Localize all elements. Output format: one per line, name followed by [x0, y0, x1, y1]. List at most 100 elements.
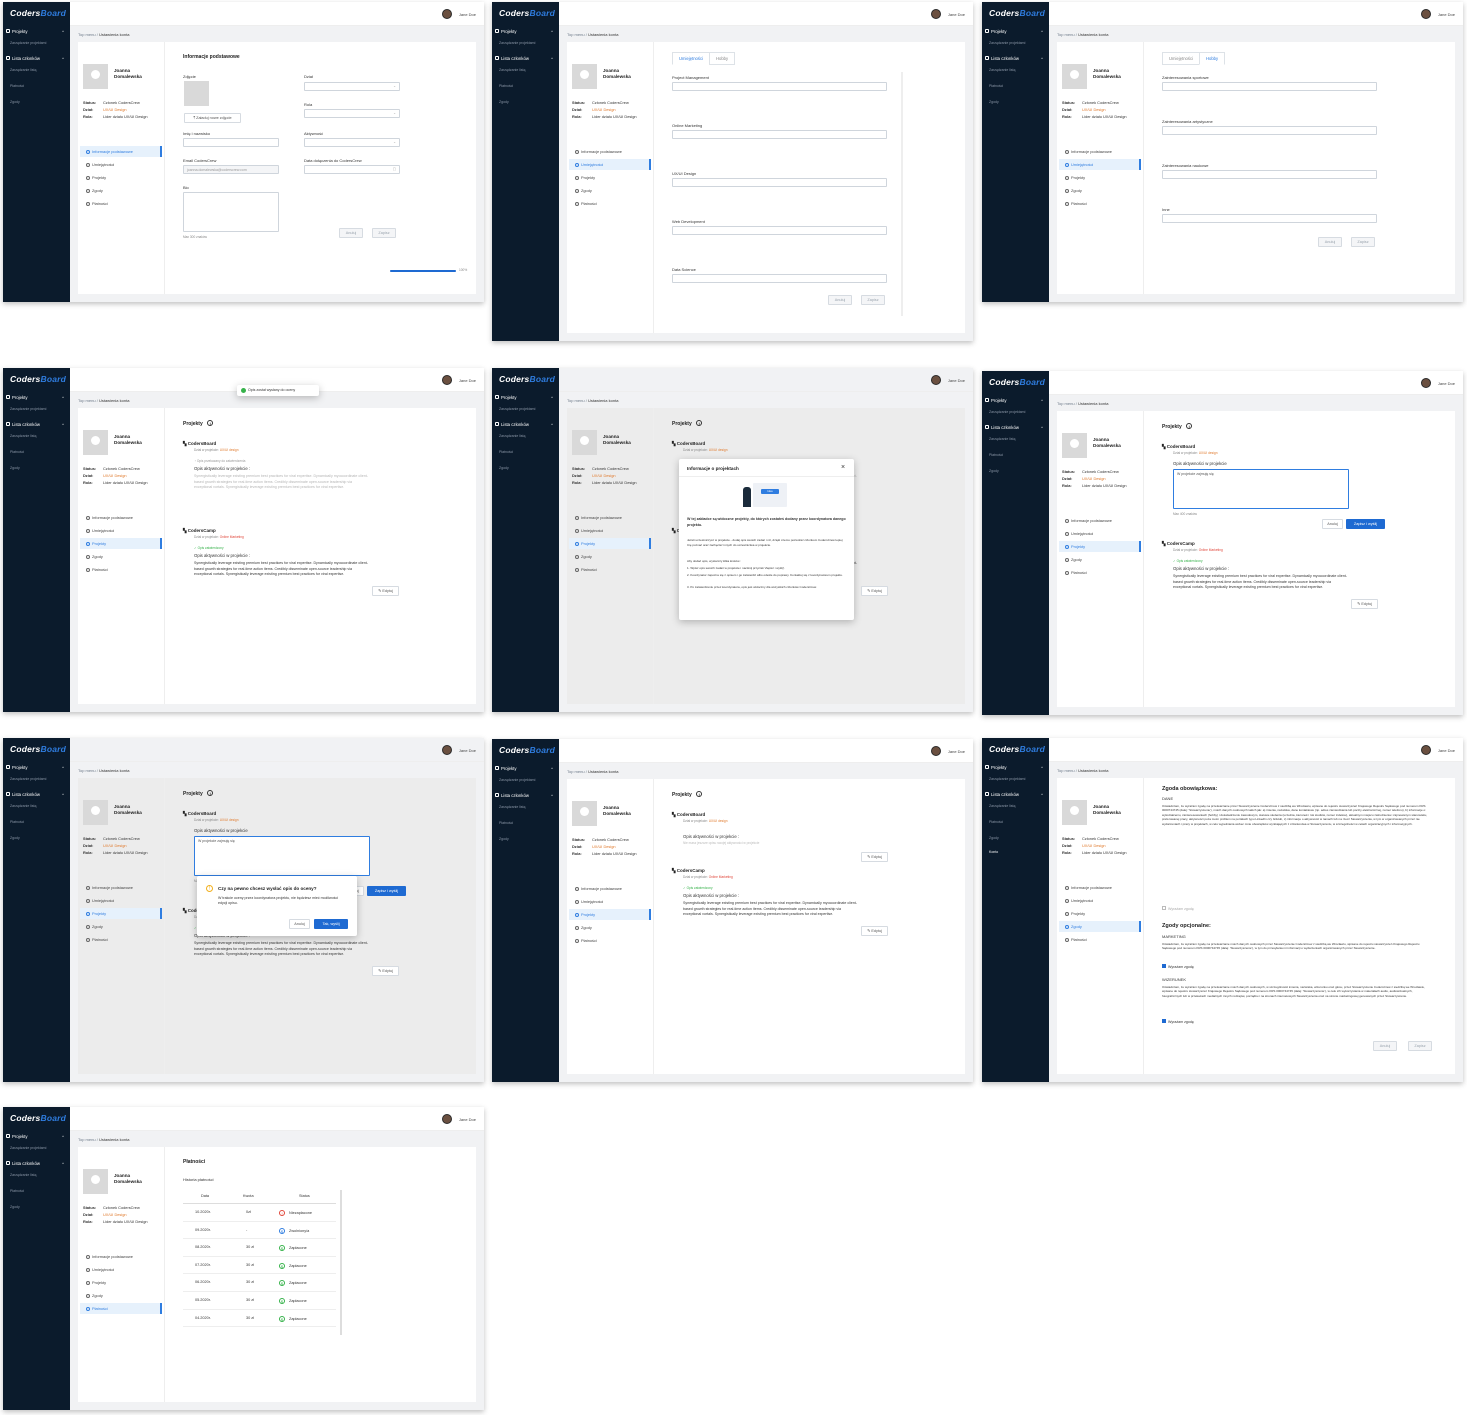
profile-menu-payments[interactable]: Płatności — [569, 564, 651, 575]
profile-menu-payments[interactable]: Płatności — [1059, 567, 1141, 578]
nav-manage-teams[interactable]: Zarządzanie listą — [492, 434, 559, 438]
user-avatar[interactable] — [1421, 745, 1431, 755]
cancel-button[interactable]: Anuluj — [339, 228, 363, 238]
profile-menu-payments[interactable]: Płatności — [1059, 198, 1141, 209]
user-name[interactable]: Jane Doe — [1438, 381, 1455, 386]
nav-projects[interactable]: Projekty ^ — [982, 762, 1049, 773]
skill-input[interactable] — [672, 226, 887, 235]
nav-projects[interactable]: Projekty ^ — [3, 26, 70, 37]
user-name[interactable]: Jane Doe — [459, 378, 476, 383]
tab-hobby[interactable]: Hobby — [1198, 52, 1226, 65]
nav-manage-teams[interactable]: Zarządzanie listą — [492, 68, 559, 72]
profile-menu-projects[interactable]: Projekty — [80, 172, 162, 183]
user-avatar[interactable] — [931, 746, 941, 756]
role-select[interactable]: ⌄ — [304, 109, 400, 118]
nav-consents[interactable]: Zgody — [982, 469, 1049, 473]
profile-menu-projects[interactable]: Projekty — [1059, 172, 1141, 183]
nav-manage-projects[interactable]: Zarządzanie projektami — [492, 407, 559, 411]
user-name[interactable]: Jane Doe — [1438, 748, 1455, 753]
nav-consents[interactable]: Zgody — [3, 100, 70, 104]
user-avatar[interactable] — [1421, 378, 1431, 388]
profile-menu-projects[interactable]: Projekty — [569, 172, 651, 183]
save-button[interactable]: Zapisz — [861, 295, 885, 305]
skill-input[interactable] — [1162, 82, 1377, 91]
nav-manage-projects[interactable]: Zarządzanie projektami — [982, 777, 1049, 781]
profile-menu-payments[interactable]: Płatności — [1059, 934, 1141, 945]
cancel-button[interactable]: Anuluj — [1318, 237, 1342, 247]
profile-menu-basic[interactable]: Informacje podstawowe — [80, 882, 162, 893]
profile-menu-projects[interactable]: Projekty — [80, 538, 162, 549]
profile-menu-projects[interactable]: Projekty — [1059, 908, 1141, 919]
info-icon[interactable]: i — [1186, 423, 1193, 429]
edit-button[interactable]: ✎ Edytuj — [861, 852, 888, 862]
profile-menu-basic[interactable]: Informacje podstawowe — [1059, 515, 1141, 526]
breadcrumb-root[interactable]: Top menu — [1057, 768, 1075, 773]
project-desc-textarea[interactable]: W projekcie zajmuję się — [194, 836, 370, 876]
nav-manage-projects[interactable]: Zarządzanie projektami — [3, 1146, 70, 1150]
nav-payments[interactable]: Płatności — [3, 450, 70, 454]
skill-input[interactable] — [1162, 126, 1377, 135]
nav-consents[interactable]: Zgody — [3, 466, 70, 470]
profile-menu-skills[interactable]: Umiejętności — [80, 895, 162, 906]
nav-members[interactable]: Lista członków ^ — [3, 419, 70, 430]
info-icon[interactable]: i — [696, 791, 703, 797]
info-icon[interactable]: i — [207, 420, 214, 426]
profile-menu-consents[interactable]: Zgody — [80, 1290, 162, 1301]
breadcrumb-root[interactable]: Top menu — [78, 768, 96, 773]
edit-button[interactable]: ✎ Edytuj — [861, 926, 888, 936]
breadcrumb-root[interactable]: Top menu — [567, 398, 585, 403]
user-avatar[interactable] — [442, 375, 452, 385]
profile-menu-consents[interactable]: Zgody — [80, 551, 162, 562]
breadcrumb-root[interactable]: Top menu — [567, 32, 585, 37]
nav-manage-projects[interactable]: Zarządzanie projektami — [982, 41, 1049, 45]
nav-consents[interactable]: Zgody — [492, 466, 559, 470]
nav-account[interactable]: Konto — [982, 850, 1049, 854]
data-consent-checkbox[interactable]: Wyrażam zgodę — [1162, 906, 1194, 911]
project-desc-textarea[interactable]: W projekcie zajmuję się — [1173, 469, 1349, 509]
user-avatar[interactable] — [442, 9, 452, 19]
close-icon[interactable]: × — [841, 464, 845, 471]
nav-members[interactable]: Lista członków ^ — [982, 53, 1049, 64]
nav-members[interactable]: Lista członków ^ — [3, 53, 70, 64]
nav-members[interactable]: Lista członków ^ — [492, 790, 559, 801]
user-name[interactable]: Jane Doe — [1438, 12, 1455, 17]
nav-manage-projects[interactable]: Zarządzanie projektami — [3, 41, 70, 45]
profile-menu-payments[interactable]: Płatności — [569, 198, 651, 209]
nav-manage-projects[interactable]: Zarządzanie projektami — [492, 41, 559, 45]
nav-manage-teams[interactable]: Zarządzanie listą — [982, 68, 1049, 72]
nav-members[interactable]: Lista członków ^ — [982, 422, 1049, 433]
nav-manage-teams[interactable]: Zarządzanie listą — [3, 804, 70, 808]
nav-payments[interactable]: Płatności — [3, 84, 70, 88]
info-icon[interactable]: i — [696, 420, 703, 426]
profile-menu-basic[interactable]: Informacje podstawowe — [569, 146, 651, 157]
logo[interactable]: CodersBoard — [10, 1113, 66, 1123]
info-icon[interactable]: i — [207, 790, 214, 796]
nav-payments[interactable]: Płatności — [982, 453, 1049, 457]
profile-menu-consents[interactable]: Zgody — [1059, 185, 1141, 196]
logo[interactable]: CodersBoard — [989, 744, 1045, 754]
upload-photo-button[interactable]: ⤒ Załaduj nowe zdjęcie — [184, 113, 241, 123]
cancel-button[interactable]: Anuluj — [289, 919, 310, 929]
breadcrumb-root[interactable]: Top menu — [78, 32, 96, 37]
skill-input[interactable] — [672, 130, 887, 139]
user-avatar[interactable] — [442, 1114, 452, 1124]
nav-payments[interactable]: Płatności — [492, 84, 559, 88]
nav-manage-teams[interactable]: Zarządzanie listą — [492, 805, 559, 809]
user-name[interactable]: Jane Doe — [948, 12, 965, 17]
skill-input[interactable] — [672, 178, 887, 187]
profile-menu-projects[interactable]: Projekty — [80, 1277, 162, 1288]
nav-manage-projects[interactable]: Zarządzanie projektami — [982, 410, 1049, 414]
logo[interactable]: CodersBoard — [10, 744, 66, 754]
user-avatar[interactable] — [1421, 9, 1431, 19]
profile-menu-skills[interactable]: Umiejętności — [1059, 528, 1141, 539]
profile-menu-basic[interactable]: Informacje podstawowe — [569, 512, 651, 523]
profile-menu-skills[interactable]: Umiejętności — [1059, 895, 1141, 906]
nav-manage-projects[interactable]: Zarządzanie projektami — [3, 777, 70, 781]
profile-menu-skills[interactable]: Umiejętności — [1059, 159, 1141, 170]
nav-manage-teams[interactable]: Zarządzanie listą — [3, 434, 70, 438]
skill-input[interactable] — [672, 274, 887, 283]
user-name[interactable]: Jane Doe — [459, 748, 476, 753]
user-name[interactable]: Jane Doe — [459, 12, 476, 17]
profile-menu-projects[interactable]: Projekty — [80, 908, 162, 919]
nav-payments[interactable]: Płatności — [982, 84, 1049, 88]
